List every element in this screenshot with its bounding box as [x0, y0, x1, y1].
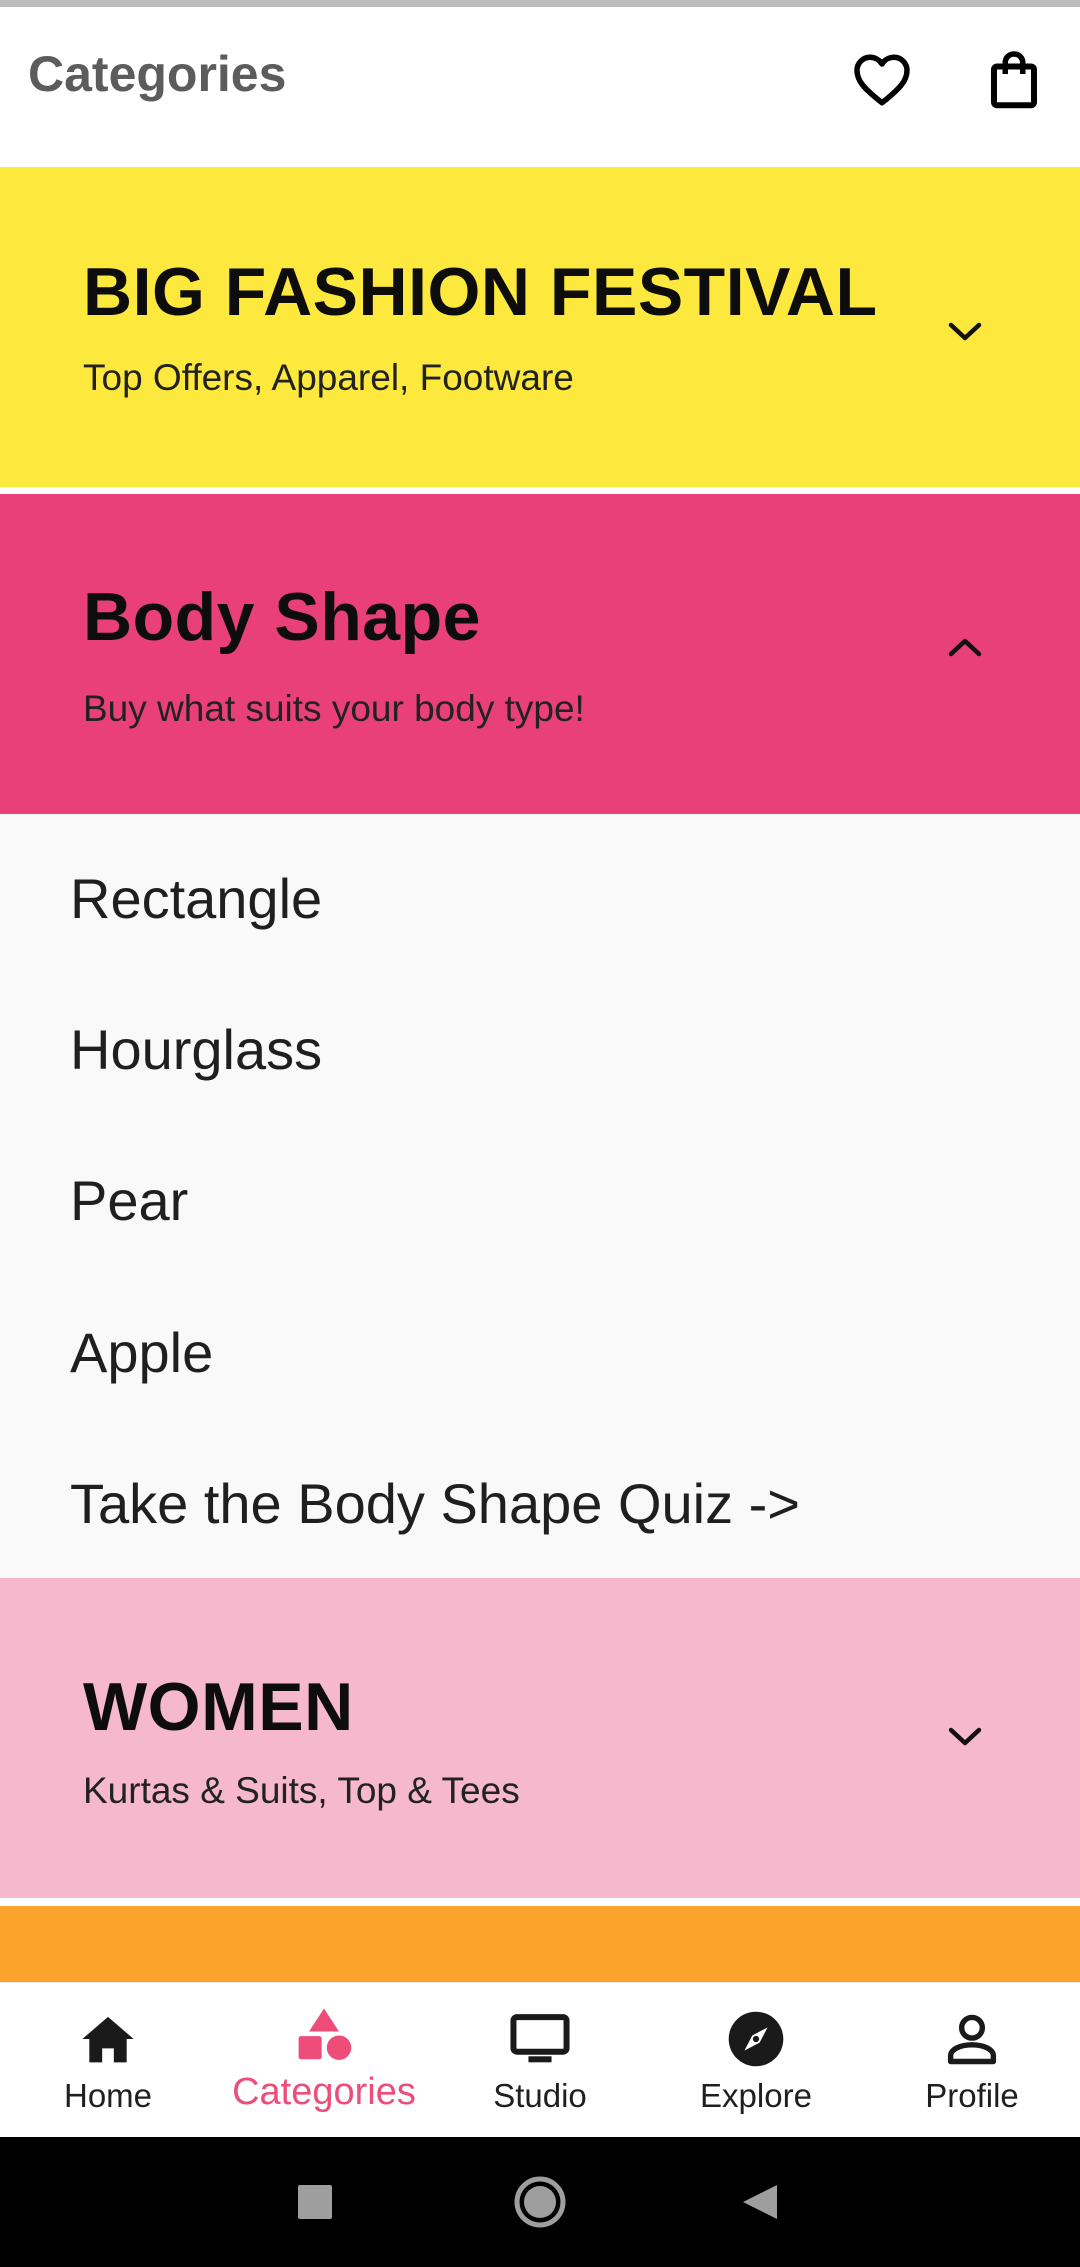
shopping-bag-icon: [988, 49, 1040, 114]
wishlist-button[interactable]: [844, 43, 920, 119]
band-subtitle: Buy what suits your body type!: [83, 688, 585, 729]
nav-profile[interactable]: Profile: [864, 1983, 1080, 2138]
category-band-women[interactable]: WOMEN Kurtas & Suits, Top & Tees: [0, 1578, 1080, 1898]
band-subtitle: Kurtas & Suits, Top & Tees: [83, 1770, 520, 1811]
category-band-festival[interactable]: BIG FASHION FESTIVAL Top Offers, Apparel…: [0, 167, 1080, 487]
person-icon: [942, 2009, 1002, 2069]
band-divider: [0, 1898, 1080, 1906]
nav-label: Categories: [232, 2071, 416, 2113]
band-title: BIG FASHION FESTIVAL: [83, 254, 878, 330]
band-title: Body Shape: [83, 579, 481, 655]
category-band-body-shape[interactable]: Body Shape Buy what suits your body type…: [0, 494, 1080, 814]
nav-label: Profile: [925, 2077, 1019, 2114]
home-circle-icon[interactable]: [507, 2169, 573, 2235]
compass-icon: [726, 2009, 786, 2069]
status-bar-edge: [0, 0, 1080, 7]
band-title: WOMEN: [83, 1669, 354, 1745]
nav-home[interactable]: Home: [0, 1983, 216, 2138]
category-band-partial[interactable]: [0, 1906, 1080, 1982]
band-divider: [0, 487, 1080, 494]
chevron-down-icon: [940, 307, 990, 357]
band-subtitle: Top Offers, Apparel, Footware: [83, 357, 574, 398]
recents-square-icon[interactable]: [282, 2169, 348, 2235]
chevron-down-icon: [940, 1712, 990, 1762]
nav-label: Studio: [493, 2077, 587, 2114]
nav-categories[interactable]: Categories: [216, 1983, 432, 2138]
page-title: Categories: [28, 46, 287, 102]
body-shape-sublist: Rectangle Hourglass Pear Apple Take the …: [0, 814, 1080, 1578]
heart-icon: [852, 51, 912, 112]
chevron-up-icon: [940, 622, 990, 672]
sublist-item-rectangle[interactable]: Rectangle: [70, 866, 322, 931]
bag-button[interactable]: [976, 43, 1052, 119]
nav-label: Explore: [700, 2077, 812, 2114]
categories-shapes-icon: [294, 2005, 354, 2065]
back-triangle-icon[interactable]: [726, 2169, 792, 2235]
sublist-item-hourglass[interactable]: Hourglass: [70, 1017, 322, 1082]
nav-explore[interactable]: Explore: [648, 1983, 864, 2138]
sublist-item-apple[interactable]: Apple: [70, 1320, 213, 1385]
body-shape-quiz-link[interactable]: Take the Body Shape Quiz ->: [70, 1471, 800, 1536]
home-icon: [78, 2009, 138, 2069]
app-bar: Categories: [0, 7, 1080, 167]
nav-label: Home: [63, 2077, 153, 2114]
bottom-navigation: Home Categories Studio Explore Profile: [0, 1982, 1080, 2137]
tv-icon: [510, 2009, 570, 2069]
system-navigation-bar: [0, 2137, 1080, 2267]
sublist-item-pear[interactable]: Pear: [70, 1168, 188, 1233]
nav-studio[interactable]: Studio: [432, 1983, 648, 2138]
